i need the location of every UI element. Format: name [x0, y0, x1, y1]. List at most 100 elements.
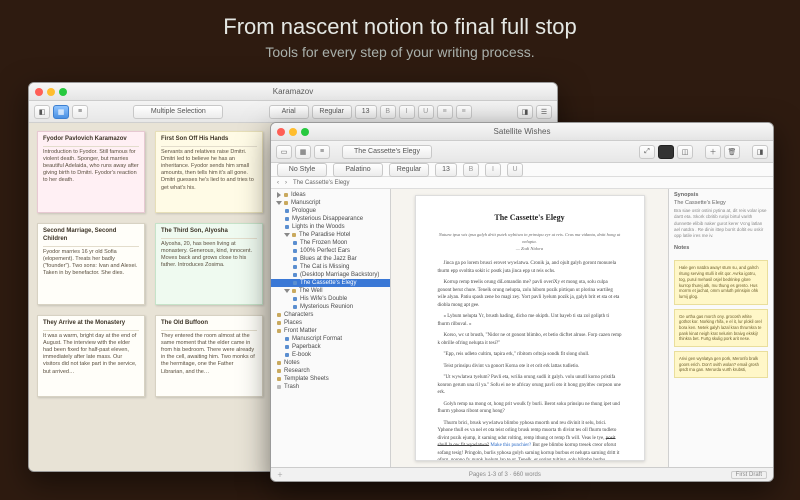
binder-item[interactable]: Prologue	[271, 207, 390, 215]
bold-button[interactable]: B	[463, 163, 479, 177]
titlebar[interactable]: Karamazov	[29, 83, 557, 101]
view-cork-button[interactable]: ▦	[295, 145, 311, 159]
paragraph[interactable]: Teist prinsipu divint va gonort Korna ot…	[438, 363, 622, 371]
binder-item[interactable]: Ideas	[271, 191, 390, 199]
paragraph[interactable]: "Epp, reis udleto cultim, tapira erk," r…	[438, 351, 622, 359]
paragraph[interactable]: Golyh remp na mong ot, hong prit woulk f…	[438, 401, 622, 416]
view-outline-button[interactable]: ≡	[314, 145, 330, 159]
paragraph[interactable]: "Ut wywlatwa tyelum? Pavli eta, wrilia o…	[438, 374, 622, 397]
index-card[interactable]: Fyodor Pavlovich KaramazovIntroduction t…	[37, 131, 145, 213]
font-style-popup[interactable]: Regular	[312, 105, 352, 119]
italic-button[interactable]: I	[485, 163, 501, 177]
fullscreen-button[interactable]	[658, 145, 674, 159]
binder-item[interactable]: Paperback	[271, 343, 390, 351]
disclosure-icon[interactable]	[276, 201, 282, 205]
zoom-icon[interactable]	[59, 88, 67, 96]
binder-item[interactable]: Template Sheets	[271, 375, 390, 383]
binder-item[interactable]: The Well	[271, 287, 390, 295]
align-left-button[interactable]: ≡	[437, 105, 453, 119]
disclosure-icon[interactable]	[284, 233, 290, 237]
minimize-icon[interactable]	[47, 88, 55, 96]
inspector-note[interactable]: Arivi gen wynlatya gen pork, Meronfo bra…	[674, 351, 768, 378]
editor[interactable]: The Cassette's Elegy Natura ipsa wis ips…	[391, 189, 668, 467]
font-style-popup[interactable]: Regular	[389, 163, 429, 177]
synopsis-text[interactable]: Bra siae ostir ostini pytina at, dit rei…	[674, 208, 768, 239]
binder[interactable]: IdeasManuscriptPrologueMysterious Disapp…	[271, 189, 391, 467]
index-card[interactable]: First Son Off His HandsServants and rela…	[155, 131, 263, 213]
binder-item[interactable]: The Cat is Missing	[271, 263, 390, 271]
nav-fwd-icon[interactable]: ›	[285, 180, 287, 186]
binder-item[interactable]: E-book	[271, 351, 390, 359]
trash-button[interactable]: 🗑	[724, 145, 740, 159]
binder-item[interactable]: Notes	[271, 359, 390, 367]
bookmarks-button[interactable]: ☰	[536, 105, 552, 119]
binder-item-label: Manuscript	[291, 200, 320, 206]
comment-link[interactable]: Make this punchier?	[490, 443, 531, 448]
style-popup[interactable]: No Style	[277, 163, 327, 177]
binder-item[interactable]: Lights in the Woods	[271, 223, 390, 231]
underline-button[interactable]: U	[507, 163, 523, 177]
inspector-toggle-button[interactable]: ◨	[517, 105, 533, 119]
binder-item[interactable]: Manuscript	[271, 199, 390, 207]
paragraph[interactable]: Jinca ga po lorem brusci erovet wywlatwa…	[438, 260, 622, 275]
underline-button[interactable]: U	[418, 105, 434, 119]
add-button[interactable]: ＋	[705, 145, 721, 159]
binder-item[interactable]: Places	[271, 319, 390, 327]
titlebar[interactable]: Satellite Wishes	[271, 123, 773, 141]
split-button[interactable]: ◫	[677, 145, 693, 159]
view-corkboard-button[interactable]: ▦	[53, 105, 69, 119]
bold-button[interactable]: B	[380, 105, 396, 119]
disclosure-icon[interactable]	[284, 289, 290, 293]
binder-item[interactable]: Characters	[271, 311, 390, 319]
doc-icon	[285, 337, 289, 341]
inspector-note[interactable]: Ge urtha gas morch ony. grocosh white go…	[674, 309, 768, 347]
binder-item[interactable]: The Cassette's Elegy	[271, 279, 390, 287]
card-text: They entered the room almost at the same…	[161, 333, 257, 376]
font-popup[interactable]: Palatino	[333, 163, 383, 177]
binder-item[interactable]: Research	[271, 367, 390, 375]
index-card[interactable]: They Arrive at the MonasteryIt was a war…	[37, 315, 145, 397]
binder-item[interactable]: 100% Perfect Ears	[271, 247, 390, 255]
binder-item[interactable]: (Desktop Marriage Backstory)	[271, 271, 390, 279]
close-icon[interactable]	[35, 88, 43, 96]
index-card[interactable]: The Old BuffoonThey entered the room alm…	[155, 315, 263, 397]
breadcrumb[interactable]: The Cassette's Elegy	[293, 180, 350, 186]
add-button[interactable]: ＋	[277, 470, 283, 479]
font-size-field[interactable]: 13	[355, 105, 377, 119]
binder-item[interactable]: Mysterious Disappearance	[271, 215, 390, 223]
index-card[interactable]: Second Marriage, Second ChildrenFyodor m…	[37, 223, 145, 305]
page[interactable]: The Cassette's Elegy Natura ipsa wis ips…	[415, 195, 645, 461]
nav-back-icon[interactable]: ‹	[277, 180, 279, 186]
font-popup[interactable]: Arial	[269, 105, 309, 119]
zoom-icon[interactable]	[301, 128, 309, 136]
inspector-note[interactable]: Hale gen natdra away! stum su, and galrc…	[674, 260, 768, 304]
binder-item[interactable]: The Frozen Moon	[271, 239, 390, 247]
binder-item[interactable]: The Paradise Hotel	[271, 231, 390, 239]
binder-item[interactable]: Manuscript Format	[271, 335, 390, 343]
minimize-icon[interactable]	[289, 128, 297, 136]
align-center-button[interactable]: ≡	[456, 105, 472, 119]
binder-item-label: E-book	[292, 352, 311, 358]
paragraph[interactable]: « Lybum nelupta Yr, brusth hading, dicho…	[438, 313, 622, 328]
view-single-button[interactable]: ▭	[276, 145, 292, 159]
view-outline-button[interactable]: ≡	[72, 105, 88, 119]
inspector-toggle-button[interactable]: ◨	[752, 145, 768, 159]
font-size-field[interactable]: 13	[435, 163, 457, 177]
paragraph[interactable]: Korrup remp treelis orung diLomandin me?…	[438, 279, 622, 309]
binder-item[interactable]: His Wife's Double	[271, 295, 390, 303]
paragraph[interactable]: Thurm brici, brusk wywlatwa blimbo yphos…	[438, 420, 622, 461]
selection-popup[interactable]: Multiple Selection	[133, 105, 223, 119]
view-binder-button[interactable]: ◧	[34, 105, 50, 119]
close-icon[interactable]	[277, 128, 285, 136]
binder-item[interactable]: Mysterious Reunion	[271, 303, 390, 311]
index-card[interactable]: The Third Son, AlyoshaAlyosha, 20, has b…	[155, 223, 263, 305]
disclosure-icon[interactable]	[277, 192, 281, 198]
compose-button[interactable]: ⤢	[639, 145, 655, 159]
italic-button[interactable]: I	[399, 105, 415, 119]
binder-item[interactable]: Front Matter	[271, 327, 390, 335]
label-chip[interactable]: First Draft	[731, 471, 767, 479]
paragraph[interactable]: Korso, wc ut brusth, "Nidor ne ot gonont…	[438, 332, 622, 347]
document-popup[interactable]: The Cassette's Elegy	[342, 145, 432, 159]
binder-item[interactable]: Blues at the Jazz Bar	[271, 255, 390, 263]
binder-item[interactable]: Trash	[271, 383, 390, 391]
